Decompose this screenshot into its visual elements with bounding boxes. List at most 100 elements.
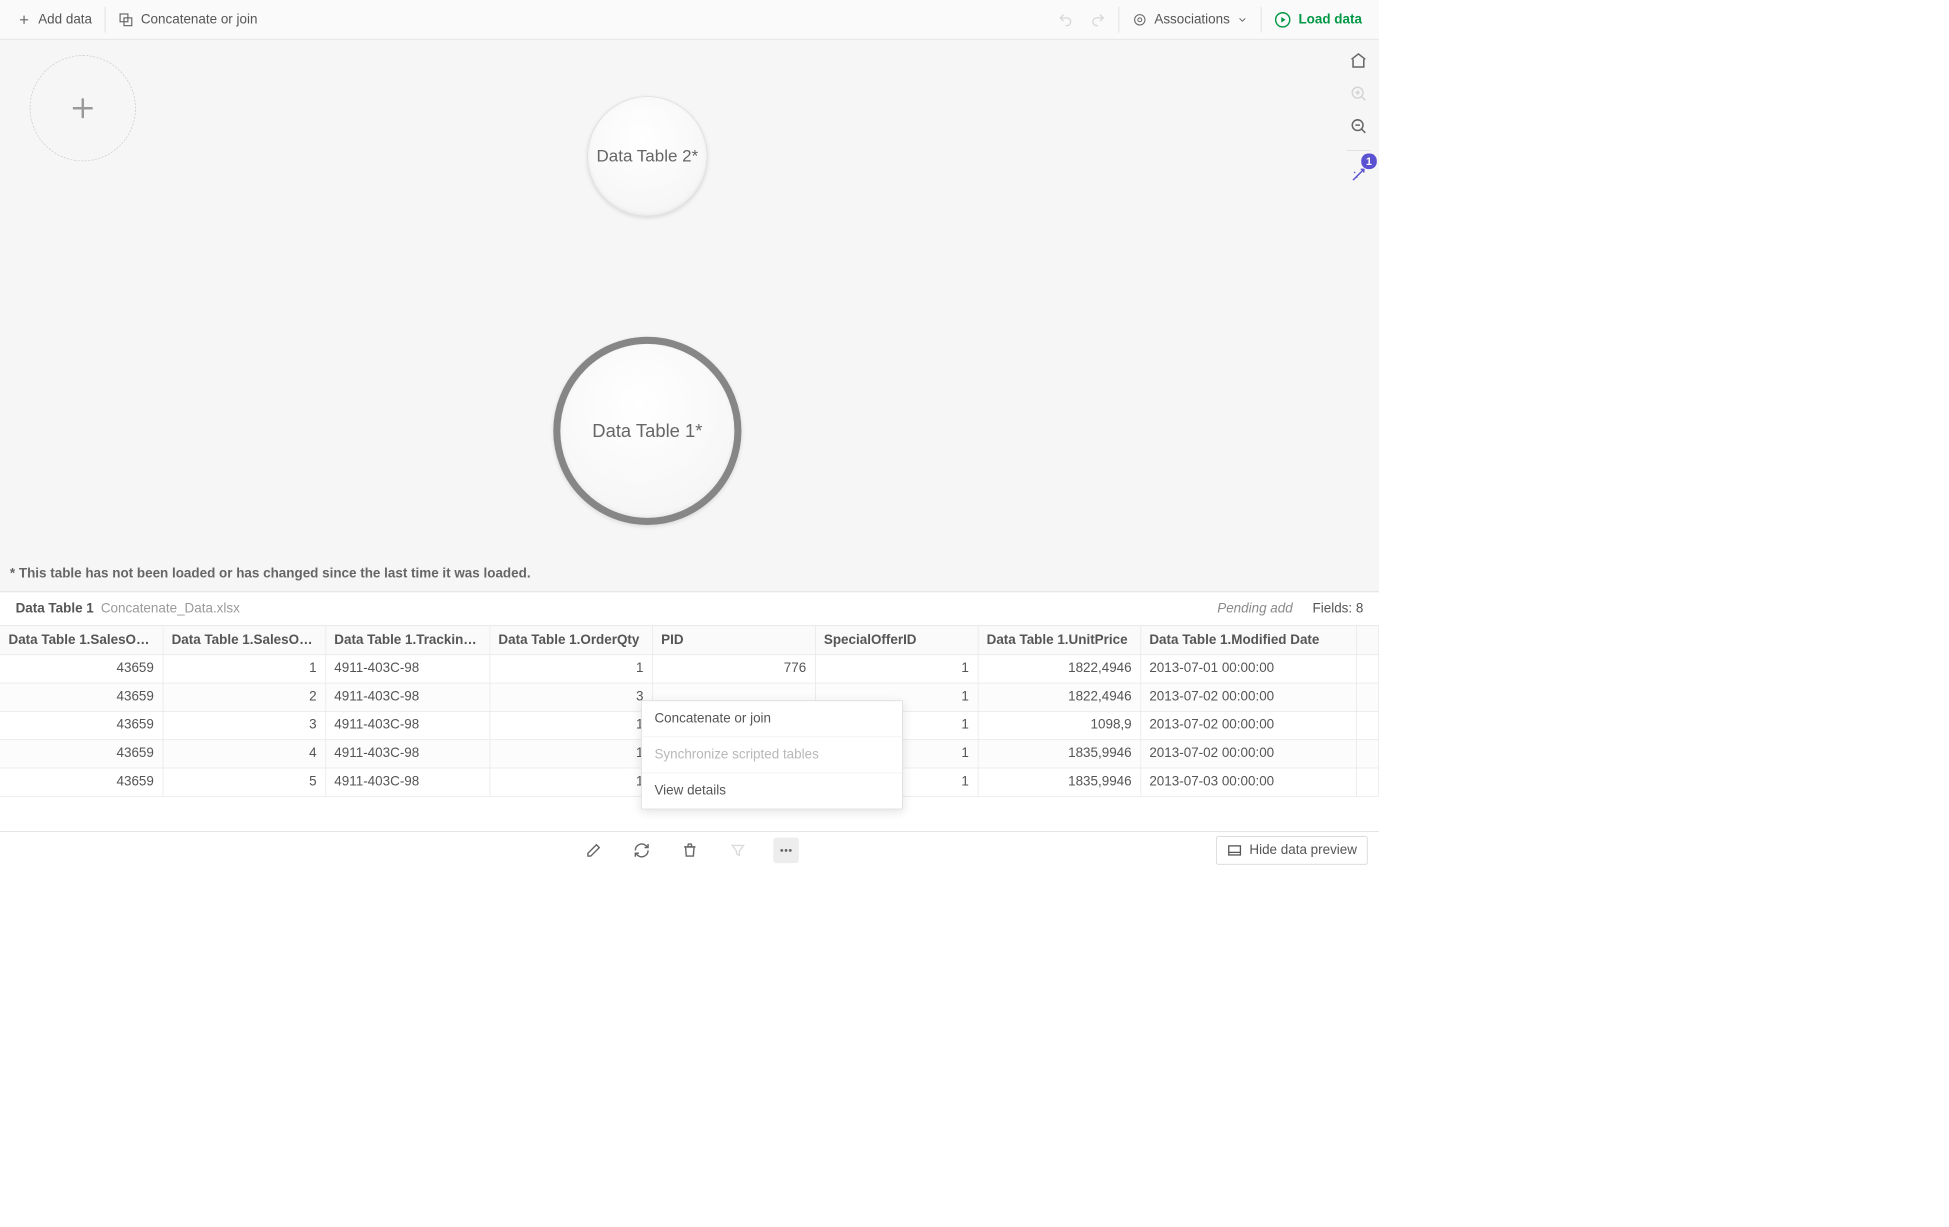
table-cell-filler [1356,654,1378,682]
more-button[interactable] [773,837,798,862]
panel-icon [1227,842,1243,858]
table-row[interactable]: 4365914911-403C-98177611822,49462013-07-… [0,654,1379,682]
table-cell[interactable]: 43659 [0,768,163,796]
table-cell[interactable]: 4911-403C-98 [325,711,489,739]
concatenate-join-label: Concatenate or join [141,12,258,28]
pending-status: Pending add [1217,601,1293,617]
table-cell[interactable]: 1 [815,654,978,682]
column-header[interactable]: Data Table 1.OrderQty [490,626,653,654]
table-cell[interactable]: 43659 [0,683,163,711]
delete-button[interactable] [677,837,702,862]
zoom-in-button [1347,82,1370,105]
rail-separator [1346,150,1370,151]
refresh-button[interactable] [629,837,654,862]
context-concatenate-join[interactable]: Concatenate or join [642,701,902,737]
table-cell[interactable]: 4911-403C-98 [325,768,489,796]
hide-data-preview-label: Hide data preview [1249,842,1357,858]
table-bubble-data-table-1[interactable]: Data Table 1* [553,337,741,525]
table-cell[interactable]: 3 [163,711,326,739]
table-bubble-data-table-2[interactable]: Data Table 2* [587,96,707,216]
add-data-label: Add data [38,12,92,28]
column-header[interactable]: PID [652,626,815,654]
table-cell[interactable]: 776 [652,654,815,682]
column-header[interactable]: Data Table 1.UnitPrice [978,626,1141,654]
table-cell[interactable]: 1822,4946 [978,654,1141,682]
table-cell-filler [1356,711,1378,739]
table-cell[interactable]: 4911-403C-98 [325,654,489,682]
column-header[interactable]: Data Table 1.SalesOr… [0,626,163,654]
associations-button[interactable]: Associations [1123,7,1256,31]
add-data-bubble[interactable] [30,55,136,161]
recommendations-badge: 1 [1361,154,1377,170]
plus-icon [68,93,98,123]
column-header[interactable]: Data Table 1.SalesOr… [163,626,326,654]
bubble-label: Data Table 1* [592,420,702,442]
context-view-details[interactable]: View details [642,773,902,808]
redo-icon [1090,12,1106,28]
column-header[interactable]: Data Table 1.Tracking… [325,626,489,654]
column-header-filler [1356,626,1378,654]
table-cell[interactable]: 2013-07-02 00:00:00 [1140,683,1356,711]
edit-button[interactable] [581,837,606,862]
preview-header: Data Table 1 Concatenate_Data.xlsx Pendi… [0,592,1379,626]
pencil-icon [585,842,602,859]
undo-button [1049,7,1082,31]
home-icon [1349,52,1367,70]
zoom-out-icon [1349,117,1367,135]
add-data-button[interactable]: Add data [8,7,100,31]
table-cell[interactable]: 4 [163,739,326,767]
table-cell[interactable]: 2013-07-03 00:00:00 [1140,768,1356,796]
table-cell[interactable]: 1 [490,711,653,739]
toolbar-divider [105,7,106,32]
preview-file: Concatenate_Data.xlsx [101,601,240,617]
trash-icon [681,842,698,859]
canvas-right-rail: 1 [1346,50,1370,187]
zoom-out-button[interactable] [1347,115,1370,138]
associations-canvas[interactable]: Data Table 2* Data Table 1* * This table… [0,40,1379,593]
recommendations-button[interactable]: 1 [1347,163,1370,186]
concatenate-join-button[interactable]: Concatenate or join [110,7,266,31]
bubble-label: Data Table 2* [597,146,699,166]
table-cell[interactable]: 1098,9 [978,711,1141,739]
table-cell[interactable]: 2013-07-01 00:00:00 [1140,654,1356,682]
load-data-button[interactable]: Load data [1266,7,1371,32]
table-cell[interactable]: 1 [490,768,653,796]
table-cell-filler [1356,683,1378,711]
table-cell[interactable]: 4911-403C-98 [325,739,489,767]
table-context-menu: Concatenate or join Synchronize scripted… [641,700,903,809]
column-header[interactable]: Data Table 1.Modified Date [1140,626,1356,654]
filter-button [725,837,750,862]
table-cell[interactable]: 3 [490,683,653,711]
table-cell[interactable]: 43659 [0,711,163,739]
concat-icon [118,12,134,28]
table-cell[interactable]: 4911-403C-98 [325,683,489,711]
chevron-down-icon [1237,14,1248,25]
table-cell[interactable]: 1 [490,739,653,767]
unsaved-tables-note: * This table has not been loaded or has … [10,566,531,582]
table-cell[interactable]: 2013-07-02 00:00:00 [1140,739,1356,767]
table-cell[interactable]: 1822,4946 [978,683,1141,711]
column-header[interactable]: SpecialOfferID [815,626,978,654]
redo-button [1081,7,1114,31]
table-cell[interactable]: 1835,9946 [978,739,1141,767]
zoom-in-icon [1349,84,1367,102]
table-cell[interactable]: 43659 [0,654,163,682]
top-toolbar: Add data Concatenate or join Association [0,0,1379,40]
play-circle-icon [1274,11,1291,28]
table-cell-filler [1356,768,1378,796]
table-cell[interactable]: 43659 [0,739,163,767]
toolbar-divider [1118,7,1119,32]
table-cell[interactable]: 1 [490,654,653,682]
home-button[interactable] [1347,50,1370,73]
table-cell[interactable]: 5 [163,768,326,796]
table-cell[interactable]: 1 [163,654,326,682]
hide-data-preview-button[interactable]: Hide data preview [1216,836,1367,864]
preview-title: Data Table 1 [16,601,94,617]
fields-count: Fields: 8 [1313,601,1364,617]
associations-label: Associations [1154,12,1229,28]
filter-icon [729,842,746,859]
associations-icon [1132,12,1148,28]
table-cell[interactable]: 1835,9946 [978,768,1141,796]
table-cell[interactable]: 2 [163,683,326,711]
table-cell[interactable]: 2013-07-02 00:00:00 [1140,711,1356,739]
